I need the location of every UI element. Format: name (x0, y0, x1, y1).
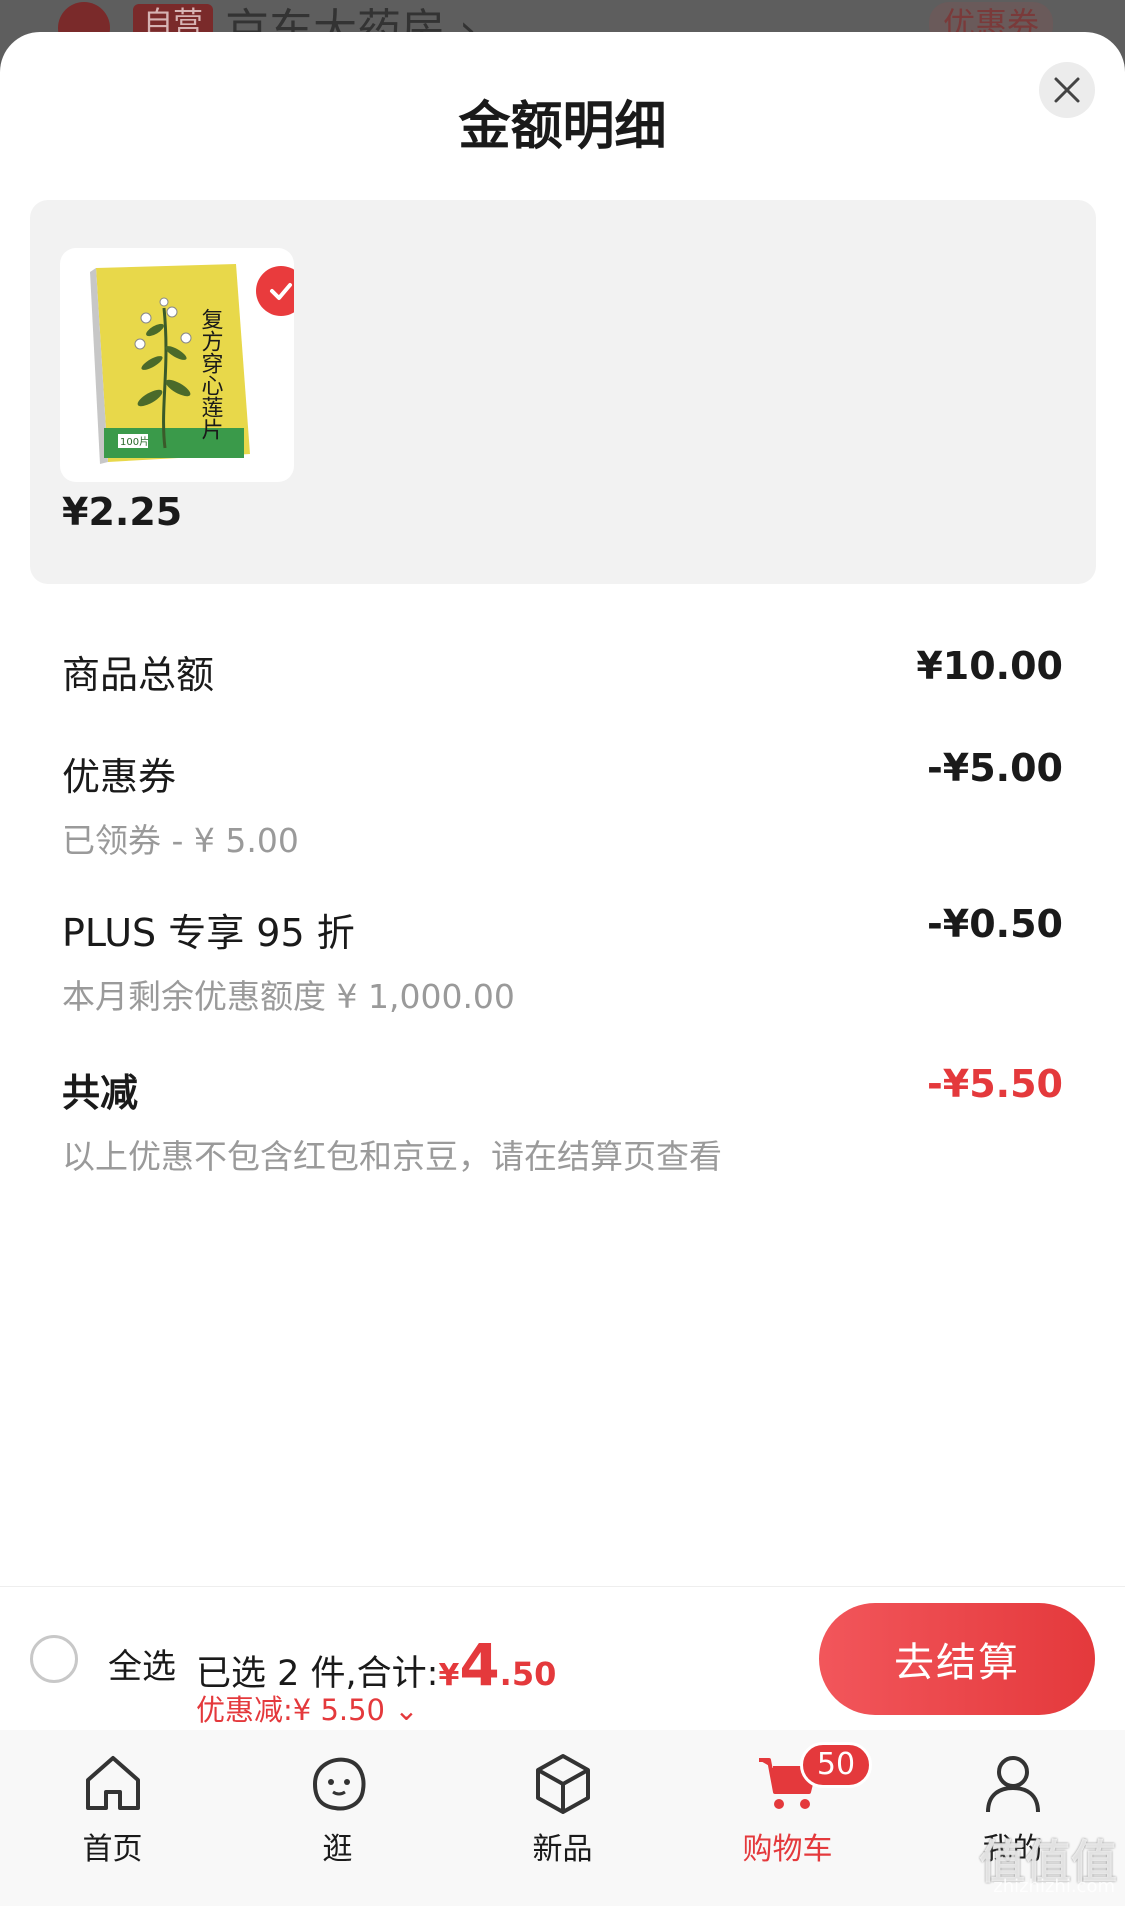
select-all-label[interactable]: 全选 (108, 1639, 176, 1688)
close-icon (1054, 77, 1080, 103)
total-amount: ¥4.50 (438, 1631, 557, 1699)
watermark-url: zhizhizhi.com (993, 1876, 1115, 1897)
svg-text:复方穿心莲片: 复方穿心莲片 (198, 308, 224, 440)
total-integer: 4 (459, 1631, 500, 1699)
select-all-radio[interactable] (30, 1635, 78, 1683)
tab-home-label: 首页 (82, 1832, 143, 1867)
home-icon (86, 1756, 140, 1810)
tab-new-label: 新品 (532, 1832, 593, 1867)
total-decimal: .50 (499, 1655, 557, 1693)
plus-remaining-quota: 本月剩余优惠额度 ¥ 1,000.00 (62, 977, 515, 1016)
browse-face-icon (312, 1757, 366, 1811)
total-reduce-label: 共减 (62, 1071, 139, 1115)
tab-bar: 首页 逛 新品 购物车 50 我的 (0, 1730, 1125, 1906)
product-card: 复方穿心莲片 100片 ¥2.25 (30, 200, 1096, 584)
plus-discount-value: -¥0.50 (927, 902, 1063, 946)
user-icon (986, 1756, 1040, 1813)
tab-browse-label: 逛 (322, 1832, 353, 1867)
product-image[interactable]: 复方穿心莲片 100片 (60, 248, 294, 482)
tab-new[interactable]: 新品 (450, 1730, 675, 1906)
checkout-bar: 全选 已选 2 件,合计:¥4.50 优惠减:¥ 5.50 ⌄ 去结算 (0, 1586, 1125, 1730)
discount-note: 以上优惠不包含红包和京豆，请在结算页查看 (62, 1137, 722, 1176)
product-price: ¥2.25 (62, 490, 183, 534)
total-currency: ¥ (438, 1658, 460, 1693)
checkmark-icon (270, 283, 292, 300)
goods-total-value: ¥10.00 (916, 644, 1063, 688)
sheet-title: 金额明细 (458, 97, 667, 157)
tab-browse[interactable]: 逛 (225, 1730, 450, 1906)
total-reduce-value: -¥5.50 (927, 1062, 1063, 1106)
tab-cart-label: 购物车 (742, 1832, 833, 1867)
discount-toggle[interactable]: 优惠减:¥ 5.50 ⌄ (196, 1687, 419, 1729)
goods-total-label: 商品总额 (62, 653, 215, 697)
coupon-detail: 已领券 - ¥ 5.00 (62, 821, 299, 860)
coupon-value: -¥5.00 (927, 746, 1063, 790)
plus-discount-label: PLUS 专享 95 折 (62, 911, 355, 955)
coupon-label: 优惠券 (62, 755, 177, 799)
checkout-button[interactable]: 去结算 (819, 1603, 1095, 1715)
svg-text:100片: 100片 (120, 435, 149, 448)
cart-count-badge: 50 (800, 1742, 872, 1788)
tab-home[interactable]: 首页 (0, 1730, 225, 1906)
cube-icon (536, 1754, 590, 1814)
close-button[interactable] (1039, 62, 1095, 118)
